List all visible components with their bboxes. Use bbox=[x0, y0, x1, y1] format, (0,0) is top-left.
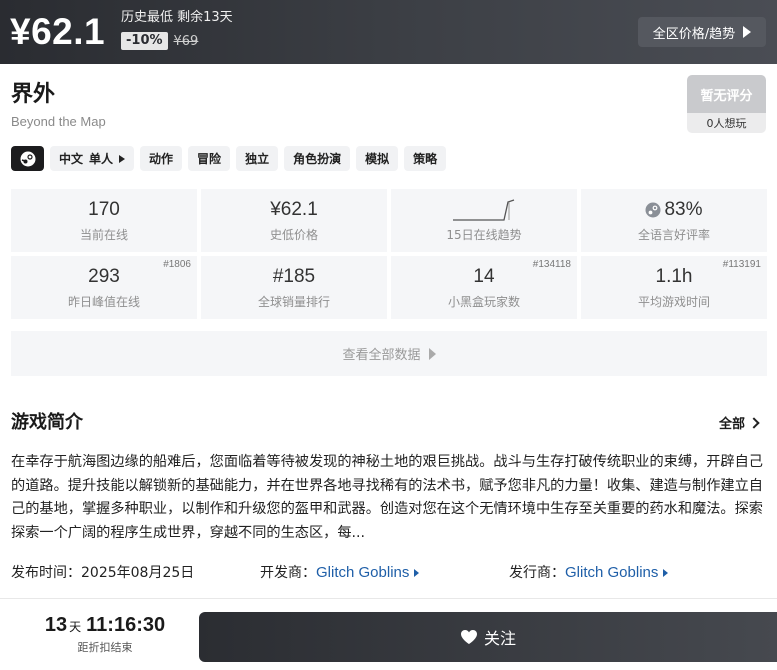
stat-label: 全语言好评率 bbox=[637, 228, 710, 242]
follow-label: 关注 bbox=[483, 629, 516, 648]
rating-label: 暂无评分 bbox=[687, 75, 766, 113]
steam-platform-tag[interactable] bbox=[11, 146, 44, 171]
stat-value: 293 bbox=[88, 266, 120, 287]
stat-value: 1.1h bbox=[655, 266, 693, 287]
genre-tag[interactable]: 动作 bbox=[140, 146, 183, 171]
follow-button[interactable]: 关注 bbox=[199, 612, 777, 662]
discount-countdown: 13 天 11:16:30 距折扣结束 bbox=[40, 614, 170, 655]
publisher-row: 发行商： Glitch Goblins bbox=[509, 563, 669, 583]
release-label: 发布时间： bbox=[11, 565, 81, 581]
sparkline-icon bbox=[453, 199, 515, 221]
game-title: 界外 bbox=[11, 82, 56, 107]
stat-current-online[interactable]: 170 当前在线 bbox=[11, 189, 197, 252]
language-label: 中文 bbox=[59, 152, 84, 166]
tag-row: 中文 单人 动作 冒险 独立 角色扮演 模拟 策略 bbox=[11, 146, 447, 171]
play-arrow-icon bbox=[119, 154, 126, 163]
intro-title: 游戏简介 bbox=[11, 412, 83, 433]
developer-link[interactable]: Glitch Goblins bbox=[316, 563, 409, 583]
stat-value: 170 bbox=[88, 199, 120, 220]
stat-value-row: 83% bbox=[645, 198, 703, 222]
stat-label: 全球销量排行 bbox=[257, 295, 330, 309]
game-subtitle: Beyond the Map bbox=[11, 114, 106, 129]
intro-all-label: 全部 bbox=[719, 417, 746, 432]
stat-peak-online[interactable]: #1806 293 昨日峰值在线 bbox=[11, 256, 197, 319]
genre-tag[interactable]: 模拟 bbox=[356, 146, 399, 171]
stat-value: 83% bbox=[664, 199, 703, 220]
region-price-button[interactable]: 全区价格/趋势 bbox=[638, 17, 766, 47]
language-tag[interactable]: 中文 单人 bbox=[50, 146, 135, 171]
stat-avg-playtime[interactable]: #113191 1.1h 平均游戏时间 bbox=[581, 256, 767, 319]
release-date-row: 发布时间： 2025年08月25日 bbox=[11, 563, 194, 583]
price-info: 历史最低 剩余13天 -10% ¥69 bbox=[121, 9, 233, 50]
countdown-time-row: 13 天 11:16:30 bbox=[40, 614, 170, 637]
stat-rank: #113191 bbox=[722, 259, 761, 270]
original-price: ¥69 bbox=[173, 33, 199, 49]
countdown-days: 13 bbox=[44, 614, 68, 636]
stat-value: ¥62.1 bbox=[270, 199, 318, 220]
stat-rank: #1806 bbox=[163, 259, 191, 270]
chevron-right-icon bbox=[748, 416, 760, 429]
stat-label: 当前在线 bbox=[79, 228, 128, 242]
stat-lowest-price[interactable]: ¥62.1 史低价格 bbox=[201, 189, 387, 252]
steam-rating-icon bbox=[645, 202, 661, 218]
rating-box[interactable]: 暂无评分 0人想玩 bbox=[687, 75, 766, 133]
developer-row: 开发商： Glitch Goblins bbox=[260, 563, 420, 583]
lowest-price-label: 历史最低 剩余13天 bbox=[121, 10, 233, 25]
discount-badge: -10% bbox=[121, 32, 168, 50]
countdown-time: 11:16:30 bbox=[86, 614, 166, 636]
steam-icon bbox=[20, 151, 35, 166]
intro-all-link[interactable]: 全部 bbox=[719, 413, 760, 432]
developer-label: 开发商： bbox=[260, 565, 316, 581]
play-arrow-icon bbox=[743, 26, 752, 38]
publisher-link[interactable]: Glitch Goblins bbox=[565, 563, 658, 583]
genre-tag[interactable]: 独立 bbox=[236, 146, 279, 171]
countdown-label: 距折扣结束 bbox=[77, 641, 133, 654]
play-arrow-icon bbox=[663, 569, 669, 577]
countdown-days-unit: 天 bbox=[69, 620, 82, 634]
play-arrow-icon bbox=[428, 347, 436, 360]
stat-label: 15日在线趋势 bbox=[446, 228, 522, 242]
stat-label: 史低价格 bbox=[269, 228, 318, 242]
stat-review-rate[interactable]: 83% 全语言好评率 bbox=[581, 189, 767, 252]
stats-grid: 170 当前在线 ¥62.1 史低价格 15日在线趋势 83% 全语言好评率 #… bbox=[11, 189, 767, 319]
view-all-data-button[interactable]: 查看全部数据 bbox=[11, 331, 767, 376]
view-all-data-label: 查看全部数据 bbox=[342, 348, 421, 363]
stat-label: 平均游戏时间 bbox=[637, 295, 710, 309]
heart-icon bbox=[460, 630, 477, 644]
stat-value bbox=[452, 198, 516, 222]
publisher-label: 发行商： bbox=[509, 565, 565, 581]
stat-rank: #134118 bbox=[532, 259, 571, 270]
stat-heybox-players[interactable]: #134118 14 小黑盒玩家数 bbox=[391, 256, 577, 319]
stat-label: 昨日峰值在线 bbox=[67, 295, 140, 309]
mode-label: 单人 bbox=[89, 152, 114, 166]
want-count: 0人想玩 bbox=[687, 113, 766, 133]
price-bar: ¥62.1 历史最低 剩余13天 -10% ¥69 全区价格/趋势 bbox=[0, 0, 777, 64]
intro-text: 在幸存于航海图边缘的船难后，您面临着等待被发现的神秘土地的艰巨挑战。战斗与生存打… bbox=[11, 454, 763, 541]
genre-tag[interactable]: 角色扮演 bbox=[284, 146, 351, 171]
play-arrow-icon bbox=[414, 569, 420, 577]
genre-tag[interactable]: 冒险 bbox=[188, 146, 231, 171]
region-price-label: 全区价格/趋势 bbox=[652, 26, 736, 42]
genre-tag[interactable]: 策略 bbox=[404, 146, 447, 171]
discount-row: -10% ¥69 bbox=[121, 32, 233, 50]
current-price: ¥62.1 bbox=[10, 11, 106, 52]
release-date: 2025年08月25日 bbox=[81, 565, 195, 581]
stat-value: #185 bbox=[272, 266, 316, 287]
stat-label: 小黑盒玩家数 bbox=[447, 295, 520, 309]
stat-online-trend[interactable]: 15日在线趋势 bbox=[391, 189, 577, 252]
stat-value: 14 bbox=[473, 266, 495, 287]
bottom-divider bbox=[0, 598, 777, 599]
stat-sales-rank[interactable]: #185 全球销量排行 bbox=[201, 256, 387, 319]
